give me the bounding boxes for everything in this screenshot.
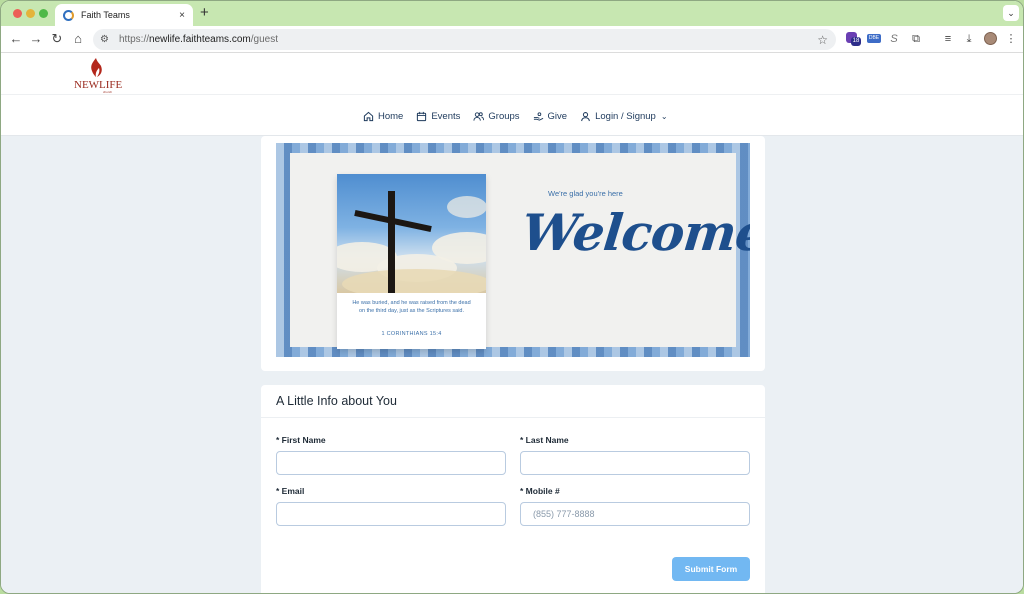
tab-close-icon[interactable]: × xyxy=(179,10,185,21)
nav-give-label: Give xyxy=(547,110,568,122)
users-icon xyxy=(473,111,485,121)
first-name-label: * First Name xyxy=(276,435,326,445)
tab-title: Faith Teams xyxy=(81,10,130,20)
welcome-card: He was buried, and he was raised from th… xyxy=(261,136,765,371)
download-icon[interactable]: ⤓ xyxy=(961,32,977,46)
email-input[interactable] xyxy=(276,502,506,526)
main-nav: Home Events Groups Give Login / Signup ⌄ xyxy=(363,108,681,124)
hand-coin-icon xyxy=(533,111,543,121)
nav-login-signup-label: Login / Signup xyxy=(595,110,656,122)
url-path: /guest xyxy=(250,34,278,45)
mobile-label: * Mobile # xyxy=(520,486,560,496)
minimize-window-button[interactable] xyxy=(26,9,35,18)
reload-button[interactable]: ↻ xyxy=(49,31,65,47)
last-name-label: * Last Name xyxy=(520,435,569,445)
url-protocol: https:// xyxy=(119,34,150,45)
header-divider xyxy=(1,94,1023,95)
guest-info-form: A Little Info about You * First Name * L… xyxy=(261,385,765,593)
form-title: A Little Info about You xyxy=(276,394,397,408)
verse-reference: 1 CORINTHIANS 15:4 xyxy=(381,331,442,337)
welcome-heading: Welcome! xyxy=(518,203,750,262)
verse-photo-card: He was buried, and he was raised from th… xyxy=(337,174,486,349)
last-name-input[interactable] xyxy=(520,451,750,475)
logo-text: NEWLIFE xyxy=(74,79,123,91)
nav-home[interactable]: Home xyxy=(363,111,403,122)
cross-sky-image xyxy=(337,174,486,293)
extension-s-icon[interactable]: S xyxy=(886,32,902,46)
browser-window: Faith Teams × + ⌄ ← → ↻ ⌂ ⚙ https://newl… xyxy=(0,0,1024,594)
reading-list-icon[interactable]: ≡ xyxy=(940,32,956,46)
flame-logo-icon xyxy=(91,58,102,77)
calendar-icon xyxy=(417,111,427,121)
site-header: NEWLIFE church Home Events Groups Give L… xyxy=(1,54,1023,136)
address-bar[interactable]: ⚙ https://newlife.faithteams.com/guest ☆ xyxy=(93,29,836,50)
tab-faith-teams[interactable]: Faith Teams × xyxy=(55,4,193,26)
new-tab-button[interactable]: + xyxy=(200,5,209,21)
nav-home-label: Home xyxy=(378,110,404,122)
mobile-input[interactable] xyxy=(520,502,750,526)
nav-login-signup[interactable]: Login / Signup ⌄ xyxy=(580,110,668,122)
nav-events[interactable]: Events xyxy=(416,111,460,122)
user-icon xyxy=(581,111,590,121)
url-host: newlife.faithteams.com xyxy=(149,34,251,45)
close-window-button[interactable] xyxy=(13,9,22,18)
extension-box-icon[interactable]: DBE xyxy=(867,34,881,43)
forward-button[interactable]: → xyxy=(28,31,44,47)
first-name-input[interactable] xyxy=(276,451,506,475)
banner-paper: He was buried, and he was raised from th… xyxy=(290,153,750,349)
site-settings-icon[interactable]: ⚙ xyxy=(100,34,114,45)
bookmark-star-icon[interactable]: ☆ xyxy=(817,33,828,47)
nav-events-label: Events xyxy=(431,110,461,122)
tab-strip: Faith Teams × + ⌄ xyxy=(1,1,1023,26)
welcome-banner: He was buried, and he was raised from th… xyxy=(276,143,750,357)
submit-form-button[interactable]: Submit Form xyxy=(672,557,750,581)
back-button[interactable]: ← xyxy=(8,31,24,47)
faith-teams-favicon-icon xyxy=(63,9,74,21)
verse-text: He was buried, and he was raised from th… xyxy=(352,300,471,314)
chevron-down-icon: ⌄ xyxy=(660,111,668,121)
profile-avatar[interactable] xyxy=(984,32,997,45)
extension-badge-count: 18 xyxy=(851,37,861,46)
home-icon xyxy=(363,111,374,121)
email-label: * Email xyxy=(276,486,305,496)
browser-menu-icon[interactable]: ⋮ xyxy=(1003,32,1019,46)
home-button[interactable]: ⌂ xyxy=(70,31,86,47)
form-divider xyxy=(261,417,765,418)
nav-give[interactable]: Give xyxy=(533,110,568,122)
nav-groups-label: Groups xyxy=(488,110,520,122)
url-text[interactable]: https://newlife.faithteams.com/guest xyxy=(119,34,817,45)
page-content: NEWLIFE church Home Events Groups Give L… xyxy=(1,54,1023,593)
cross-icon xyxy=(388,191,395,293)
nav-groups[interactable]: Groups xyxy=(473,110,520,122)
glad-text: We're glad you're here xyxy=(548,189,623,198)
extension-badge-icon[interactable]: 18 xyxy=(845,31,861,47)
maximize-window-button[interactable] xyxy=(39,9,48,18)
tab-search-dropdown-icon[interactable]: ⌄ xyxy=(1003,5,1019,21)
extensions-puzzle-icon[interactable]: ⧉ xyxy=(908,32,924,46)
newlife-logo[interactable]: NEWLIFE church xyxy=(73,58,123,94)
